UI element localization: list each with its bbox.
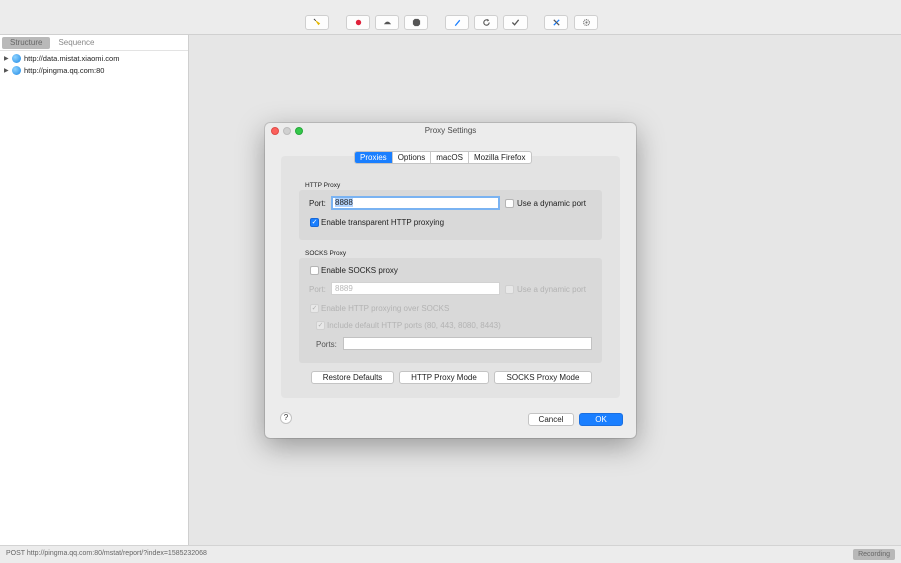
validate-button[interactable]	[503, 15, 528, 30]
enable-socks-checkbox[interactable]	[310, 266, 319, 275]
socks-proxy-mode-button[interactable]: SOCKS Proxy Mode	[494, 371, 592, 384]
transparent-proxy-label: Enable transparent HTTP proxying	[321, 218, 445, 227]
repeat-button[interactable]	[474, 15, 498, 30]
http-over-socks-label: Enable HTTP proxying over SOCKS	[321, 304, 450, 313]
socks-proxy-heading: SOCKS Proxy	[305, 250, 347, 257]
proxy-settings-dialog: Proxy Settings Proxies Options macOS Moz…	[265, 123, 636, 438]
stop-icon	[412, 18, 420, 27]
minimize-button[interactable]	[283, 127, 291, 135]
http-dynamic-port-label: Use a dynamic port	[517, 199, 586, 208]
view-segmented-control: Structure Sequence	[2, 37, 103, 49]
http-proxy-mode-button[interactable]: HTTP Proxy Mode	[399, 371, 489, 384]
turtle-icon	[383, 21, 391, 25]
ok-button[interactable]: OK	[579, 413, 623, 426]
host-label: http://data.mistat.xiaomi.com	[24, 53, 120, 63]
recording-badge: Recording	[853, 549, 895, 560]
tab-proxies[interactable]: Proxies	[355, 152, 392, 163]
status-bar: POST http://pingma.qq.com:80/mstat/repor…	[0, 545, 901, 563]
host-label: http://pingma.qq.com:80	[24, 65, 105, 75]
clear-button[interactable]	[305, 15, 329, 30]
default-ports-checkbox[interactable]: ✓	[316, 321, 325, 330]
http-dynamic-port-checkbox[interactable]	[505, 199, 514, 208]
disclosure-triangle-icon[interactable]: ▶	[4, 67, 12, 74]
socks-dynamic-port-checkbox[interactable]	[505, 285, 514, 294]
settings-tabs: Proxies Options macOS Mozilla Firefox	[354, 151, 532, 164]
host-tree: ▶ http://data.mistat.xiaomi.com ▶ http:/…	[4, 52, 119, 76]
enable-socks-label: Enable SOCKS proxy	[321, 266, 398, 275]
disclosure-triangle-icon[interactable]: ▶	[4, 55, 12, 62]
http-proxy-heading: HTTP Proxy	[305, 182, 341, 189]
http-port-input[interactable]: 8888	[331, 196, 500, 210]
gear-icon	[582, 19, 590, 26]
refresh-icon	[482, 18, 490, 26]
tree-row[interactable]: ▶ http://data.mistat.xiaomi.com	[4, 52, 119, 64]
cancel-button[interactable]: Cancel	[528, 413, 574, 426]
tools-icon	[552, 19, 560, 26]
throttle-button[interactable]	[375, 15, 399, 30]
ports-input[interactable]	[343, 337, 592, 350]
http-port-label: Port:	[309, 199, 326, 208]
tools-button[interactable]	[544, 15, 568, 30]
status-text: POST http://pingma.qq.com:80/mstat/repor…	[6, 550, 207, 557]
socks-port-input[interactable]: 8889	[331, 282, 500, 295]
tab-options[interactable]: Options	[391, 152, 431, 163]
compose-button[interactable]	[445, 15, 469, 30]
tab-macos[interactable]: macOS	[430, 152, 468, 163]
globe-icon	[12, 65, 21, 75]
transparent-proxy-checkbox[interactable]: ✓	[310, 218, 319, 227]
breakpoints-button[interactable]	[404, 15, 428, 30]
pen-icon	[454, 19, 460, 27]
socks-dynamic-port-label: Use a dynamic port	[517, 285, 586, 294]
tab-structure[interactable]: Structure	[2, 37, 51, 49]
close-button[interactable]	[271, 127, 279, 135]
zoom-button[interactable]	[295, 127, 303, 135]
socks-port-label: Port:	[309, 285, 326, 294]
record-button[interactable]	[346, 15, 370, 30]
settings-button[interactable]	[574, 15, 598, 30]
sidebar: Structure Sequence ▶ http://data.mistat.…	[0, 35, 189, 545]
http-over-socks-checkbox[interactable]: ✓	[310, 304, 319, 313]
dialog-title: Proxy Settings	[424, 126, 477, 135]
globe-icon	[12, 53, 21, 63]
check-icon	[511, 19, 520, 26]
record-icon	[355, 19, 361, 26]
ports-label: Ports:	[316, 340, 337, 349]
restore-defaults-button[interactable]: Restore Defaults	[311, 371, 394, 384]
divider	[0, 50, 188, 51]
help-button[interactable]: ?	[280, 412, 292, 424]
tab-sequence[interactable]: Sequence	[50, 37, 102, 49]
default-ports-label: Include default HTTP ports (80, 443, 808…	[327, 321, 501, 330]
http-port-value: 8888	[335, 198, 353, 207]
toolbar	[0, 0, 901, 35]
tree-row[interactable]: ▶ http://pingma.qq.com:80	[4, 64, 119, 76]
broom-icon	[313, 18, 320, 26]
tab-mozilla-firefox[interactable]: Mozilla Firefox	[467, 152, 531, 163]
